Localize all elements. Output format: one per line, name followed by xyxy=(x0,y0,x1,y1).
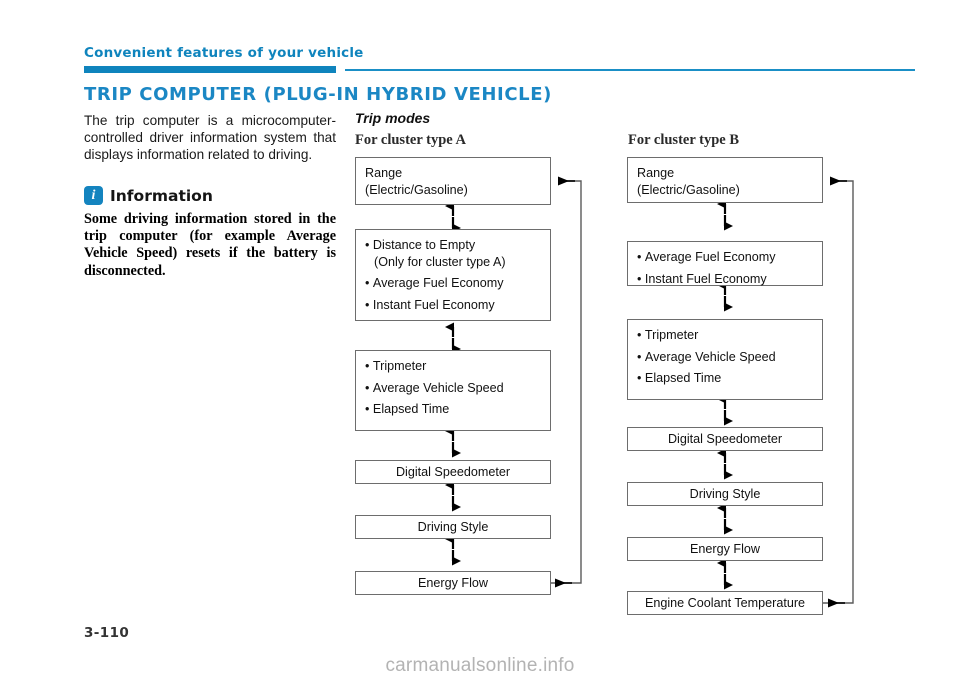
information-icon: i xyxy=(84,186,103,205)
page-number: 3-110 xyxy=(84,625,130,641)
header-rule-thick xyxy=(84,66,336,73)
flow-box-line: (Electric/Gasoline) xyxy=(637,182,740,197)
flow-box-trip-a[interactable]: • Tripmeter • Average Vehicle Speed • El… xyxy=(355,350,551,431)
trip-modes-heading: Trip modes xyxy=(355,110,431,126)
information-title: Information xyxy=(110,186,213,205)
bullet-marker: • xyxy=(365,359,373,373)
page-title: TRIP COMPUTER (PLUG-IN HYBRID VEHICLE) xyxy=(84,84,552,105)
flow-box-bullet: • Average Vehicle Speed xyxy=(365,380,504,395)
information-heading: i Information xyxy=(84,186,336,205)
information-body: Some driving information stored in the t… xyxy=(84,211,336,279)
bullet-marker: • xyxy=(365,297,373,312)
intro-paragraph: The trip computer is a microcomputer-con… xyxy=(84,113,336,162)
bullet-marker: • xyxy=(637,271,645,286)
flow-box-bullet: • Instant Fuel Economy xyxy=(637,271,767,286)
flow-box-bullet: • Elapsed Time xyxy=(365,402,450,416)
running-head: Convenient features of your vehicle xyxy=(84,45,364,61)
bullet-marker: • xyxy=(637,349,645,364)
flow-box-energy-flow-b[interactable]: Energy Flow xyxy=(627,537,823,561)
flow-box-bullet: • Average Fuel Economy xyxy=(365,276,504,290)
flow-box-digital-speedometer-b[interactable]: Digital Speedometer xyxy=(627,427,823,451)
flow-box-energy-flow-a[interactable]: Energy Flow xyxy=(355,571,551,595)
cluster-type-b-caption: For cluster type B xyxy=(628,132,740,148)
flow-box-trip-b[interactable]: • Tripmeter • Average Vehicle Speed • El… xyxy=(627,319,823,400)
bullet-marker: • xyxy=(637,250,645,264)
header-rule-thin xyxy=(345,69,915,71)
bullet-marker: • xyxy=(637,371,645,385)
flow-box-bullet: • Tripmeter xyxy=(637,328,699,342)
flow-box-line: Range xyxy=(365,166,403,180)
flow-box-bullet: • Average Vehicle Speed xyxy=(637,349,776,364)
flow-box-driving-style-a[interactable]: Driving Style xyxy=(355,515,551,539)
bullet-marker: • xyxy=(365,238,373,252)
bullet-marker: • xyxy=(637,328,645,342)
flow-box-bullet: • Tripmeter xyxy=(365,359,427,373)
flow-box-engine-coolant-temperature-b[interactable]: Engine Coolant Temperature xyxy=(627,591,823,615)
bullet-marker: • xyxy=(365,402,373,416)
flow-box-bullet: • Average Fuel Economy xyxy=(637,250,776,264)
flow-box-digital-speedometer-a[interactable]: Digital Speedometer xyxy=(355,460,551,484)
bullet-marker: • xyxy=(365,276,373,290)
flow-box-driving-style-b[interactable]: Driving Style xyxy=(627,482,823,506)
flow-box-bullet: • Distance to Empty (Only for cluster ty… xyxy=(365,237,550,270)
flow-box-line: (Electric/Gasoline) xyxy=(365,182,468,197)
flow-box-line: Range xyxy=(637,166,675,180)
left-text-column: The trip computer is a microcomputer-con… xyxy=(84,112,336,280)
cluster-type-a-caption: For cluster type A xyxy=(355,132,467,148)
flow-box-fuel-economy-b[interactable]: • Average Fuel Economy • Instant Fuel Ec… xyxy=(627,241,823,286)
flow-box-bullet: • Instant Fuel Economy xyxy=(365,297,495,312)
flow-box-fuel-economy-a[interactable]: • Distance to Empty (Only for cluster ty… xyxy=(355,229,551,321)
flow-box-range-b[interactable]: Range (Electric/Gasoline) xyxy=(627,157,823,203)
bullet-subline: (Only for cluster type A) xyxy=(374,254,506,269)
flow-box-range-a[interactable]: Range (Electric/Gasoline) xyxy=(355,157,551,205)
bullet-marker: • xyxy=(365,380,373,395)
watermark: carmanualsonline.info xyxy=(385,655,575,676)
flow-box-bullet: • Elapsed Time xyxy=(637,371,722,385)
